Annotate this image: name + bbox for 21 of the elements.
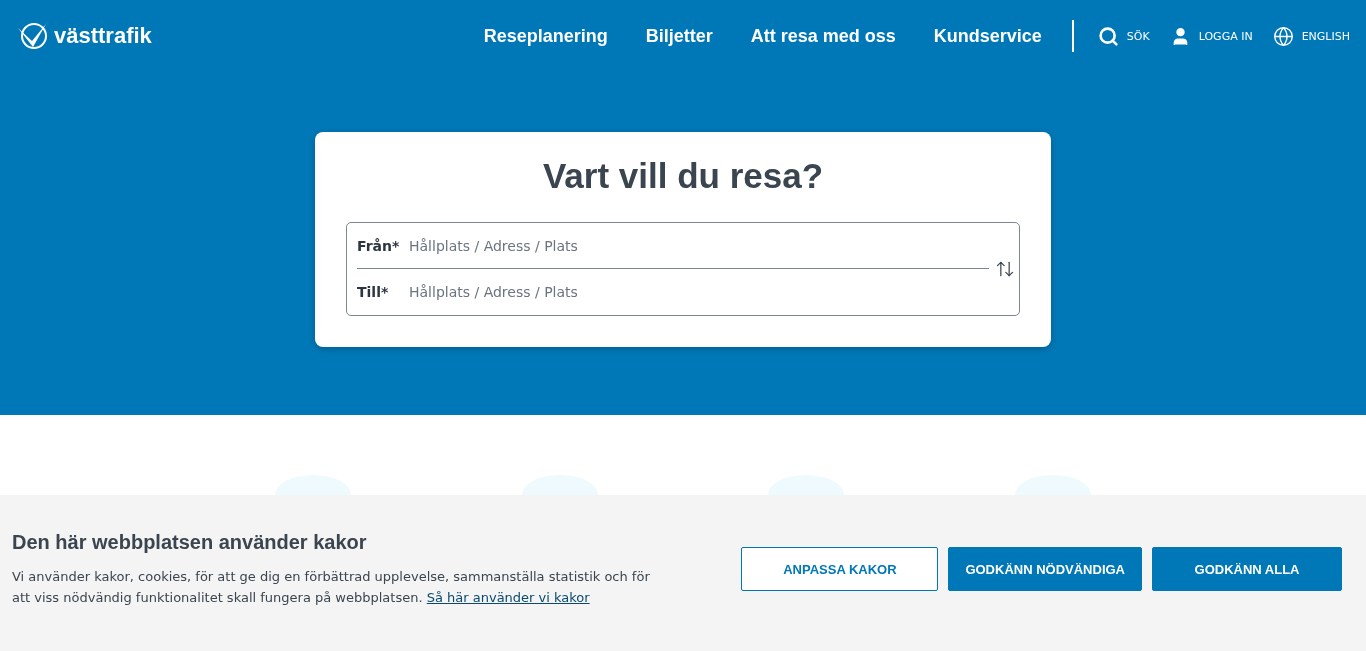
cookie-text: Vi använder kakor, cookies, för att ge dig en förbättrad upplevelse, sammanställa statistik och för att viss nödvändig funktionalitet skall fungera på webbplatsen. Så här använder vi kakor	[12, 567, 651, 607]
logo-text[interactable]: västtrafik	[54, 23, 152, 49]
swap-icon[interactable]	[995, 259, 1015, 279]
nav-link[interactable]: Biljetter	[645, 25, 713, 47]
search-icon	[1097, 25, 1119, 47]
cookie-button[interactable]: GODKÄNN NÖDVÄNDIGA	[948, 547, 1142, 591]
cookie-button[interactable]: GODKÄNN ALLA	[1152, 547, 1342, 591]
nav-link[interactable]: Att resa med oss	[750, 25, 896, 47]
logo-icon	[16, 21, 50, 51]
nav-link[interactable]: Reseplanering	[483, 25, 608, 47]
field-label: Till*	[357, 284, 390, 300]
cookie-button[interactable]: ANPASSA KAKOR	[741, 547, 939, 591]
cookie-title: Den här webbplatsen använder kakor	[12, 530, 368, 554]
search-link[interactable]: SÖK	[1097, 25, 1150, 47]
globe-link[interactable]: ENGLISH	[1272, 25, 1350, 47]
globe-icon	[1272, 25, 1294, 47]
field-label: Från*	[357, 237, 401, 254]
user-link[interactable]: LOGGA IN	[1169, 25, 1253, 47]
nav-link[interactable]: Kundservice	[933, 25, 1042, 47]
planner-title: Vart vill du resa?	[541, 156, 825, 196]
cookie-link[interactable]: Så här använder vi kakor	[426, 589, 590, 605]
